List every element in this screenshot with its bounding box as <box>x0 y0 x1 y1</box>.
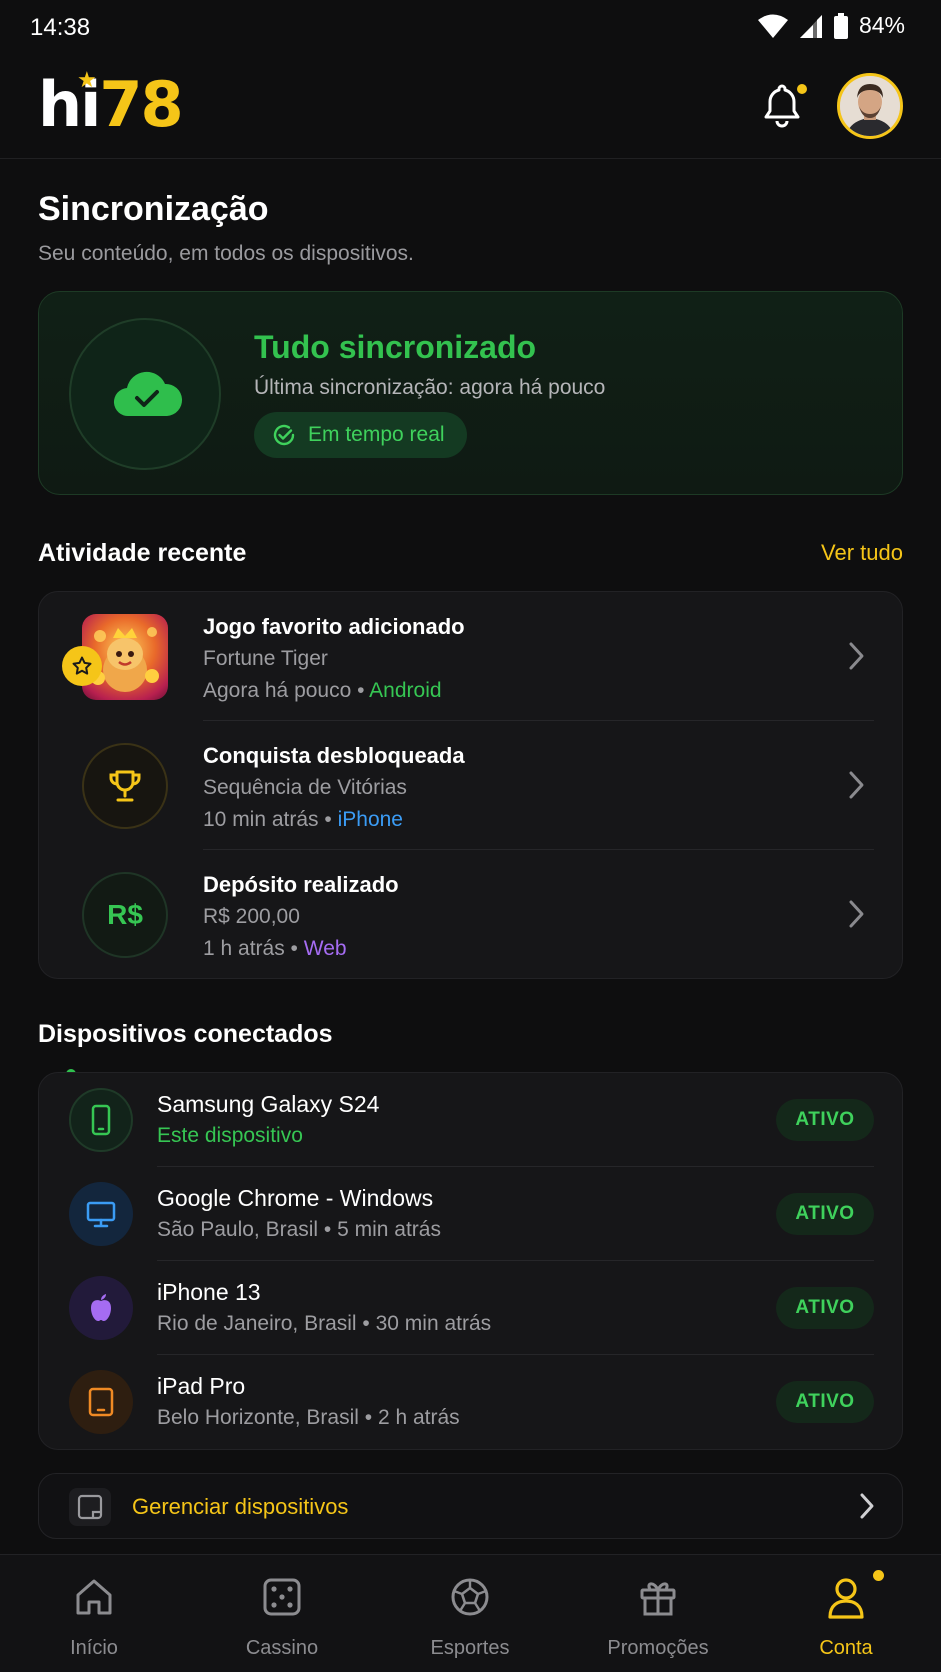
activity-icon <box>62 614 168 700</box>
status-badge: ATIVO <box>776 1381 874 1423</box>
activity-item[interactable]: Conquista desbloqueada Sequência de Vitó… <box>39 721 904 850</box>
nav-home[interactable]: Início <box>0 1555 188 1672</box>
monitor-icon <box>69 1182 133 1246</box>
wifi-icon <box>757 14 788 38</box>
activity-title: Conquista desbloqueada <box>203 743 465 768</box>
logo[interactable]: ★ hi78 <box>38 70 184 136</box>
activity-meta: 10 min atrás • iPhone <box>203 808 403 831</box>
device-item[interactable]: iPhone 13 Rio de Janeiro, Brasil • 30 mi… <box>39 1261 904 1355</box>
device-name: Google Chrome - Windows <box>157 1185 434 1211</box>
sync-ring <box>69 318 221 470</box>
notification-dot <box>797 84 807 94</box>
devices-heading: Dispositivos conectados <box>38 1020 333 1048</box>
page-title: Sincronização <box>38 190 269 228</box>
activity-item[interactable]: Jogo favorito adicionado Fortune Tiger A… <box>39 592 904 721</box>
device-name: iPad Pro <box>157 1373 246 1399</box>
activity-subtitle: R$ 200,00 <box>203 905 300 928</box>
device-name: Samsung Galaxy S24 <box>157 1091 380 1117</box>
devices-icon <box>69 1488 111 1526</box>
battery-percent: 84% <box>858 12 905 38</box>
status-time: 14:38 <box>30 14 91 41</box>
page-subtitle: Seu conteúdo, em todos os dispositivos. <box>38 242 414 265</box>
device-detail: São Paulo, Brasil • 5 min atrás <box>157 1218 441 1241</box>
currency-icon: R$ <box>82 872 168 958</box>
realtime-badge: Em tempo real <box>254 412 467 458</box>
sync-status-card: Tudo sincronizado Última sincronização: … <box>38 291 903 495</box>
nav-casino[interactable]: Cassino <box>188 1555 376 1672</box>
avatar[interactable] <box>837 73 903 139</box>
sync-title: Tudo sincronizado <box>254 329 537 365</box>
avatar-portrait <box>840 76 900 136</box>
app-header: ★ hi78 <box>0 56 941 159</box>
tablet-icon <box>69 1370 133 1434</box>
activity-list: Jogo favorito adicionado Fortune Tiger A… <box>38 591 903 979</box>
manage-devices-label: Gerenciar dispositivos <box>132 1494 349 1519</box>
trophy-icon <box>82 743 168 829</box>
soccer-ball-icon <box>451 1578 489 1616</box>
see-all-link[interactable]: Ver tudo <box>821 540 903 566</box>
device-item[interactable]: Samsung Galaxy S24 Este dispositivo ATIV… <box>39 1073 904 1167</box>
bottom-navigation: Início Cassino Esportes Promoções Conta <box>0 1554 941 1672</box>
status-icons: 84% <box>757 12 905 39</box>
dice-icon <box>263 1578 301 1616</box>
status-bar: 14:38 84% <box>0 0 941 56</box>
device-item[interactable]: iPad Pro Belo Horizonte, Brasil • 2 h at… <box>39 1355 904 1449</box>
smartphone-icon <box>69 1088 133 1152</box>
device-item[interactable]: Google Chrome - Windows São Paulo, Brasi… <box>39 1167 904 1261</box>
activity-source: Web <box>303 937 347 960</box>
signal-icon <box>799 14 822 38</box>
activity-icon <box>82 743 168 829</box>
device-detail: Este dispositivo <box>157 1124 303 1147</box>
activity-title: Depósito realizado <box>203 872 399 897</box>
gift-icon <box>640 1582 676 1616</box>
status-badge: ATIVO <box>776 1193 874 1235</box>
activity-subtitle: Sequência de Vitórias <box>203 776 407 799</box>
activity-subtitle: Fortune Tiger <box>203 647 328 670</box>
activity-title: Jogo favorito adicionado <box>203 614 465 639</box>
check-circle-icon <box>273 424 295 446</box>
status-badge: ATIVO <box>776 1099 874 1141</box>
user-icon <box>828 1578 864 1619</box>
activity-item[interactable]: R$ Depósito realizado R$ 200,00 1 h atrá… <box>39 850 904 979</box>
account-notification-dot <box>873 1570 884 1581</box>
cloud-check-icon <box>113 371 183 417</box>
logo-star-icon: ★ <box>77 68 97 93</box>
status-badge: ATIVO <box>776 1287 874 1329</box>
chevron-right-icon <box>849 771 864 799</box>
activity-heading: Atividade recente <box>38 539 247 567</box>
nav-promotions[interactable]: Promoções <box>564 1555 752 1672</box>
star-icon <box>62 646 102 686</box>
activity-meta: 1 h atrás • Web <box>203 937 347 960</box>
chevron-right-icon <box>849 642 864 670</box>
sync-last-time: Última sincronização: agora há pouco <box>254 376 606 399</box>
devices-list: Samsung Galaxy S24 Este dispositivo ATIV… <box>38 1072 903 1450</box>
device-detail: Belo Horizonte, Brasil • 2 h atrás <box>157 1406 460 1429</box>
chevron-right-icon <box>849 900 864 928</box>
nav-sports[interactable]: Esportes <box>376 1555 564 1672</box>
battery-icon <box>833 12 848 39</box>
manage-devices-button[interactable]: Gerenciar dispositivos <box>38 1473 903 1539</box>
activity-meta: Agora há pouco • Android <box>203 679 442 702</box>
activity-source: iPhone <box>337 808 403 831</box>
activity-source: Android <box>369 679 442 702</box>
chevron-right-icon <box>860 1493 874 1519</box>
home-icon <box>76 1579 112 1615</box>
nav-account[interactable]: Conta <box>752 1555 940 1672</box>
apple-icon <box>69 1276 133 1340</box>
device-name: iPhone 13 <box>157 1279 261 1305</box>
activity-icon: R$ <box>82 872 168 958</box>
device-detail: Rio de Janeiro, Brasil • 30 min atrás <box>157 1312 492 1335</box>
